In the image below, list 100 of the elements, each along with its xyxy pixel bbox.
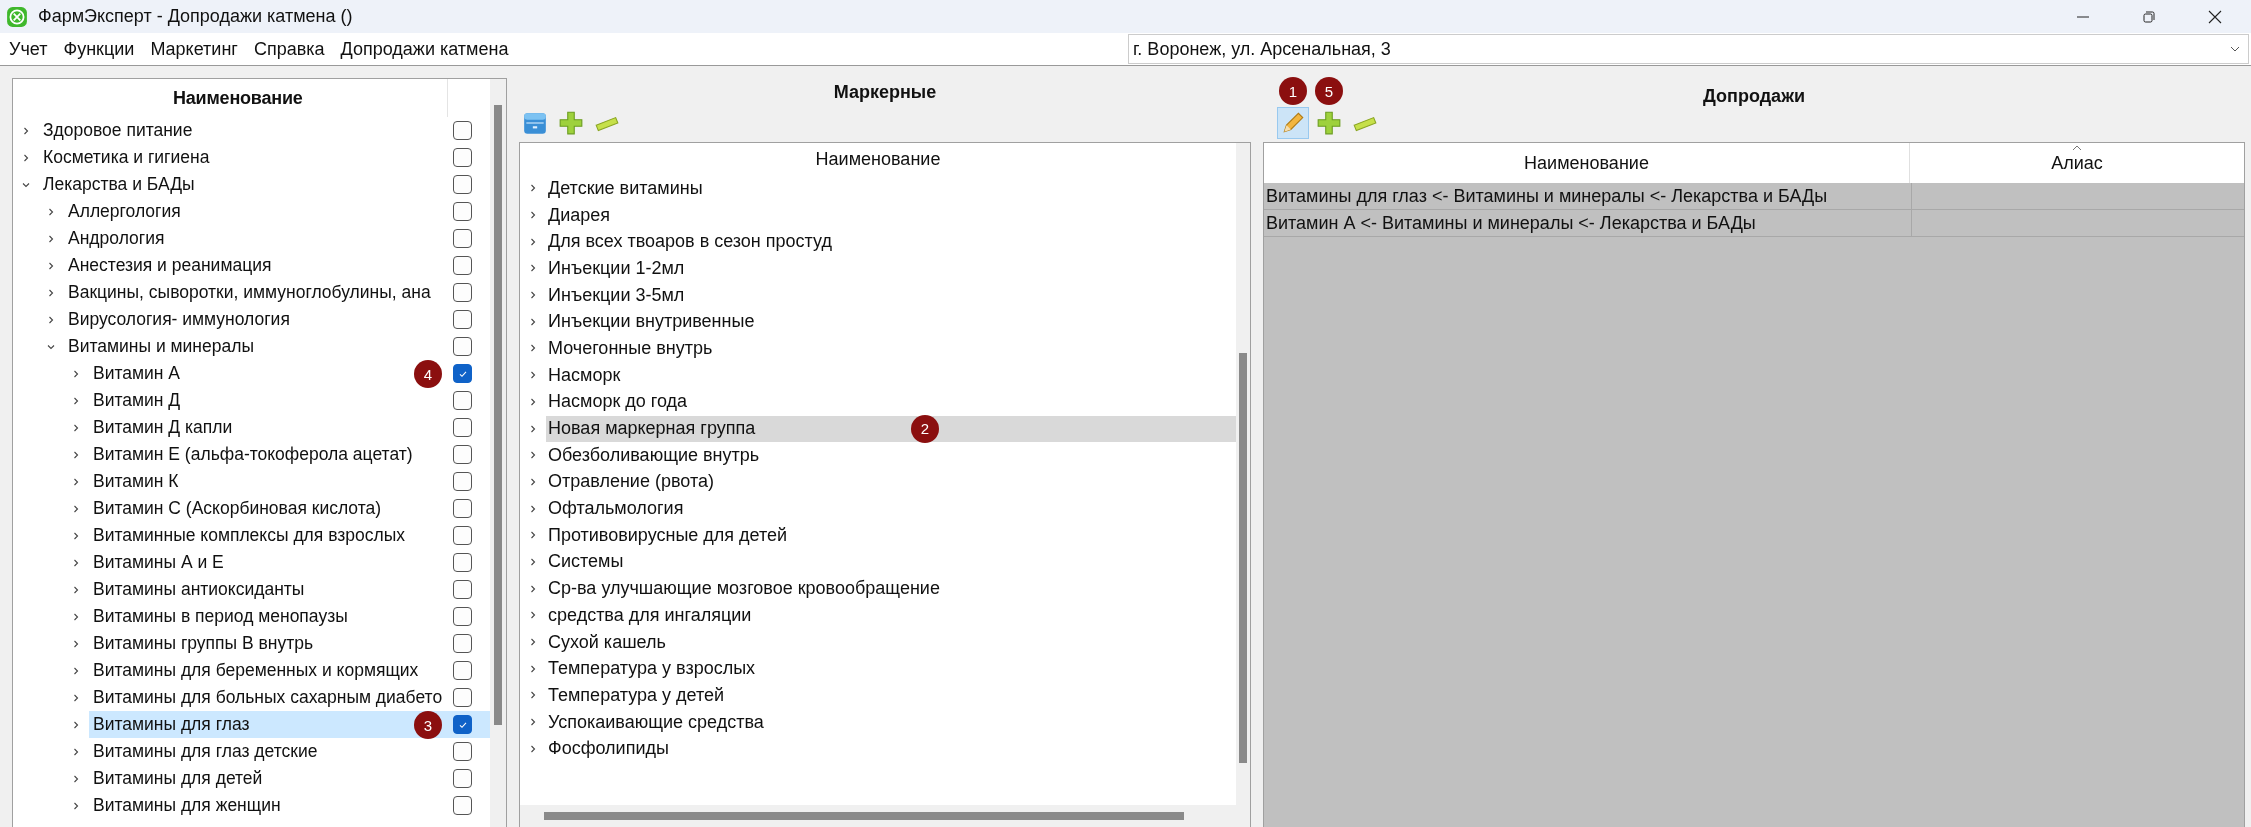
chevron-icon[interactable] bbox=[528, 343, 538, 354]
tree-row[interactable]: Витамин А 4 bbox=[89, 360, 490, 387]
checkbox[interactable] bbox=[453, 580, 472, 599]
tree-row[interactable]: Вакцины, сыворотки, иммуноглобулины, ана bbox=[64, 279, 490, 306]
chevron-icon[interactable] bbox=[528, 690, 538, 701]
chevron-icon[interactable] bbox=[71, 692, 81, 703]
chevron-icon[interactable] bbox=[71, 638, 81, 649]
list-row[interactable]: Успокаивающие средства bbox=[546, 709, 1236, 736]
chevron-icon[interactable] bbox=[528, 530, 538, 541]
chevron-icon[interactable] bbox=[528, 717, 538, 728]
tree-row[interactable]: Витамин К bbox=[89, 468, 490, 495]
checkbox[interactable] bbox=[453, 499, 472, 518]
scrollbar-thumb[interactable] bbox=[494, 105, 502, 725]
checkbox[interactable] bbox=[453, 607, 472, 626]
checkbox[interactable] bbox=[453, 472, 472, 491]
chevron-icon[interactable] bbox=[71, 773, 81, 784]
chevron-icon[interactable] bbox=[71, 503, 81, 514]
scrollbar-thumb[interactable] bbox=[1239, 353, 1247, 763]
tree-row[interactable]: Витамины в период менопаузы bbox=[89, 603, 490, 630]
chevron-icon[interactable] bbox=[528, 583, 538, 594]
tree-row[interactable]: Андрология bbox=[64, 225, 490, 252]
list-row[interactable]: Насморк bbox=[546, 362, 1236, 389]
chevron-icon[interactable] bbox=[71, 530, 81, 541]
chevron-icon[interactable] bbox=[71, 665, 81, 676]
close-icon[interactable] bbox=[2207, 8, 2223, 25]
chevron-icon[interactable] bbox=[528, 263, 538, 274]
chevron-icon[interactable] bbox=[528, 476, 538, 487]
checkbox[interactable] bbox=[453, 688, 472, 707]
checkbox[interactable] bbox=[453, 256, 472, 275]
chevron-icon[interactable] bbox=[71, 476, 81, 487]
chevron-icon[interactable] bbox=[528, 396, 538, 407]
list-row[interactable]: Мочегонные внутрь bbox=[546, 335, 1236, 362]
list-row[interactable]: Фосфолипиды bbox=[546, 735, 1236, 762]
list-row[interactable]: Детские витамины bbox=[546, 175, 1236, 202]
tree-row[interactable]: Витамины для детей bbox=[89, 765, 490, 792]
tree-row[interactable]: Витамины и минералы bbox=[64, 333, 490, 360]
list-row[interactable]: Инъекции 1-2мл bbox=[546, 255, 1236, 282]
tree-row[interactable]: Витамины А и Е bbox=[89, 549, 490, 576]
tree-row[interactable]: Витаминные комплексы для взрослых bbox=[89, 522, 490, 549]
checkbox[interactable] bbox=[453, 661, 472, 680]
chevron-icon[interactable] bbox=[71, 611, 81, 622]
column-header[interactable]: Наименование bbox=[1264, 143, 1910, 183]
tree-row[interactable]: Вирусология- иммунология bbox=[64, 306, 490, 333]
list-row[interactable]: Обезболивающие внутрь bbox=[546, 442, 1236, 469]
chevron-icon[interactable] bbox=[528, 290, 538, 301]
chevron-icon[interactable] bbox=[528, 450, 538, 461]
tree-row[interactable]: Витамин Д капли bbox=[89, 414, 490, 441]
chevron-icon[interactable] bbox=[71, 449, 81, 460]
chevron-icon[interactable] bbox=[528, 503, 538, 514]
checkbox[interactable] bbox=[453, 175, 472, 194]
tree-row[interactable]: Витамин С (Аскорбиновая кислота) bbox=[89, 495, 490, 522]
address-dropdown[interactable]: г. Воронеж, ул. Арсенальная, 3 bbox=[1128, 34, 2249, 64]
checkbox[interactable] bbox=[453, 445, 472, 464]
tree-row[interactable]: Витамины для глаз детские bbox=[89, 738, 490, 765]
checkbox[interactable] bbox=[453, 553, 472, 572]
chevron-icon[interactable] bbox=[528, 236, 538, 247]
tree-row[interactable]: Витамины для женщин bbox=[89, 792, 490, 819]
chevron-icon[interactable] bbox=[528, 663, 538, 674]
list-row[interactable]: Новая маркерная группа 2 bbox=[546, 415, 1236, 442]
checkbox[interactable] bbox=[453, 121, 472, 140]
tree-row[interactable]: Анестезия и реанимация bbox=[64, 252, 490, 279]
chevron-icon[interactable] bbox=[528, 556, 538, 567]
menu-item[interactable]: Справка bbox=[252, 38, 326, 60]
chevron-icon[interactable] bbox=[528, 210, 538, 221]
list-row[interactable]: Насморк до года bbox=[546, 388, 1236, 415]
chevron-icon[interactable] bbox=[71, 395, 81, 406]
chevron-icon[interactable] bbox=[46, 260, 56, 271]
chevron-icon[interactable] bbox=[71, 584, 81, 595]
tree-row[interactable]: Витамины для глаз 3 bbox=[89, 711, 490, 738]
tree-row[interactable]: Лекарства и БАДы bbox=[39, 171, 490, 198]
tree-row[interactable]: Витамины для больных сахарным диабето bbox=[89, 684, 490, 711]
chevron-icon[interactable] bbox=[528, 610, 538, 621]
checkbox[interactable] bbox=[453, 229, 472, 248]
tree-row[interactable]: Косметика и гигиена bbox=[39, 144, 490, 171]
chevron-icon[interactable] bbox=[21, 125, 31, 136]
checkbox[interactable] bbox=[453, 391, 472, 410]
list-row[interactable]: Отравление (рвота) bbox=[546, 468, 1236, 495]
column-header[interactable]: Наименование bbox=[520, 143, 1236, 175]
checkbox[interactable] bbox=[453, 337, 472, 356]
chevron-icon[interactable] bbox=[46, 314, 56, 325]
column-header[interactable]: Алиас bbox=[1910, 143, 2244, 183]
checkbox[interactable] bbox=[453, 364, 472, 383]
chevron-icon[interactable] bbox=[71, 368, 81, 379]
checkbox[interactable] bbox=[453, 310, 472, 329]
list-row[interactable]: Температура у детей bbox=[546, 682, 1236, 709]
tree-row[interactable]: Здоровое питание bbox=[39, 117, 490, 144]
chevron-icon[interactable] bbox=[528, 316, 538, 327]
scrollbar-thumb[interactable] bbox=[544, 812, 1184, 820]
chevron-icon[interactable] bbox=[528, 183, 538, 194]
checkbox[interactable] bbox=[453, 742, 472, 761]
checkbox[interactable] bbox=[453, 202, 472, 221]
chevron-icon[interactable] bbox=[71, 800, 81, 811]
chevron-icon[interactable] bbox=[71, 746, 81, 757]
checkbox[interactable] bbox=[453, 526, 472, 545]
list-row[interactable]: Противовирусные для детей bbox=[546, 522, 1236, 549]
list-row[interactable]: Офтальмология bbox=[546, 495, 1236, 522]
menu-item[interactable]: Учет bbox=[8, 38, 49, 60]
tree-row[interactable]: Витамины группы В внутрь bbox=[89, 630, 490, 657]
list-row[interactable]: Сухой кашель bbox=[546, 629, 1236, 656]
chevron-icon[interactable] bbox=[46, 206, 56, 217]
